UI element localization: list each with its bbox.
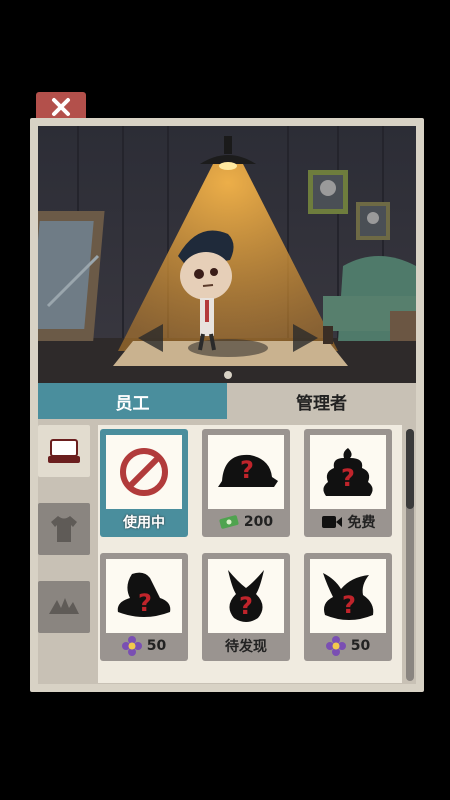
item-price: 免费 (347, 515, 376, 531)
none-icon (120, 448, 168, 496)
svg-text:?: ? (239, 592, 253, 620)
video-icon (321, 516, 342, 528)
svg-text:?: ? (240, 456, 254, 484)
character-preview (38, 126, 416, 383)
item-status-label: 待发现 (225, 639, 267, 655)
category-clothes[interactable] (38, 503, 90, 555)
cash-icon (219, 515, 239, 529)
page-indicator (224, 371, 232, 379)
item-card[interactable]: ? 200 (202, 429, 290, 537)
unknown-horn-hat-icon: ? (323, 573, 374, 620)
item-card[interactable]: ? 50 (100, 553, 188, 661)
scrollbar-thumb[interactable] (406, 429, 414, 509)
item-grid: 使用中 ? 200 ? 免费 ? 50 ? 待发现 ? 50 (98, 425, 402, 683)
mirror (38, 211, 105, 341)
wall-portrait (308, 170, 348, 214)
unknown-poop-hat-icon: ? (323, 448, 373, 496)
unknown-helmet-icon: ? (218, 454, 278, 487)
flower-gem-icon (121, 636, 142, 656)
item-card-equipped[interactable]: 使用中 (100, 429, 188, 537)
accessory-icon (49, 598, 79, 614)
scrollbar[interactable] (406, 429, 414, 681)
item-price: 50 (350, 638, 371, 654)
tab-manager[interactable]: 管理者 (227, 383, 416, 419)
svg-text:?: ? (342, 591, 356, 619)
category-accessory[interactable] (38, 581, 90, 633)
role-tabs: 员工 管理者 (38, 383, 416, 419)
close-icon (52, 98, 70, 116)
item-price: 50 (146, 638, 167, 654)
item-card[interactable]: ? 免费 (304, 429, 392, 537)
wardrobe-body: 使用中 ? 200 ? 免费 ? 50 ? 待发现 ? 50 (38, 419, 416, 684)
tab-employee[interactable]: 员工 (38, 383, 227, 419)
flower-gem-icon (325, 636, 346, 656)
wardrobe-panel: 员工 管理者 使用中 ? 200 ? 免费 ? 50 ? 待发现 ? 50 (30, 118, 424, 692)
svg-text:?: ? (341, 464, 355, 492)
hat-icon (48, 439, 80, 463)
unknown-witch-hat-icon: ? (117, 572, 171, 617)
item-card[interactable]: ? 50 (304, 553, 392, 661)
wall-portrait-small (356, 202, 390, 240)
lamp (224, 136, 232, 154)
item-card-undiscovered[interactable]: ? 待发现 (202, 553, 290, 661)
unknown-bunny-ears-icon: ? (228, 570, 264, 622)
item-status-label: 使用中 (123, 515, 165, 531)
item-price: 200 (243, 514, 274, 530)
category-hat[interactable] (38, 425, 90, 477)
shirt-icon (51, 516, 77, 542)
svg-text:?: ? (138, 589, 152, 617)
